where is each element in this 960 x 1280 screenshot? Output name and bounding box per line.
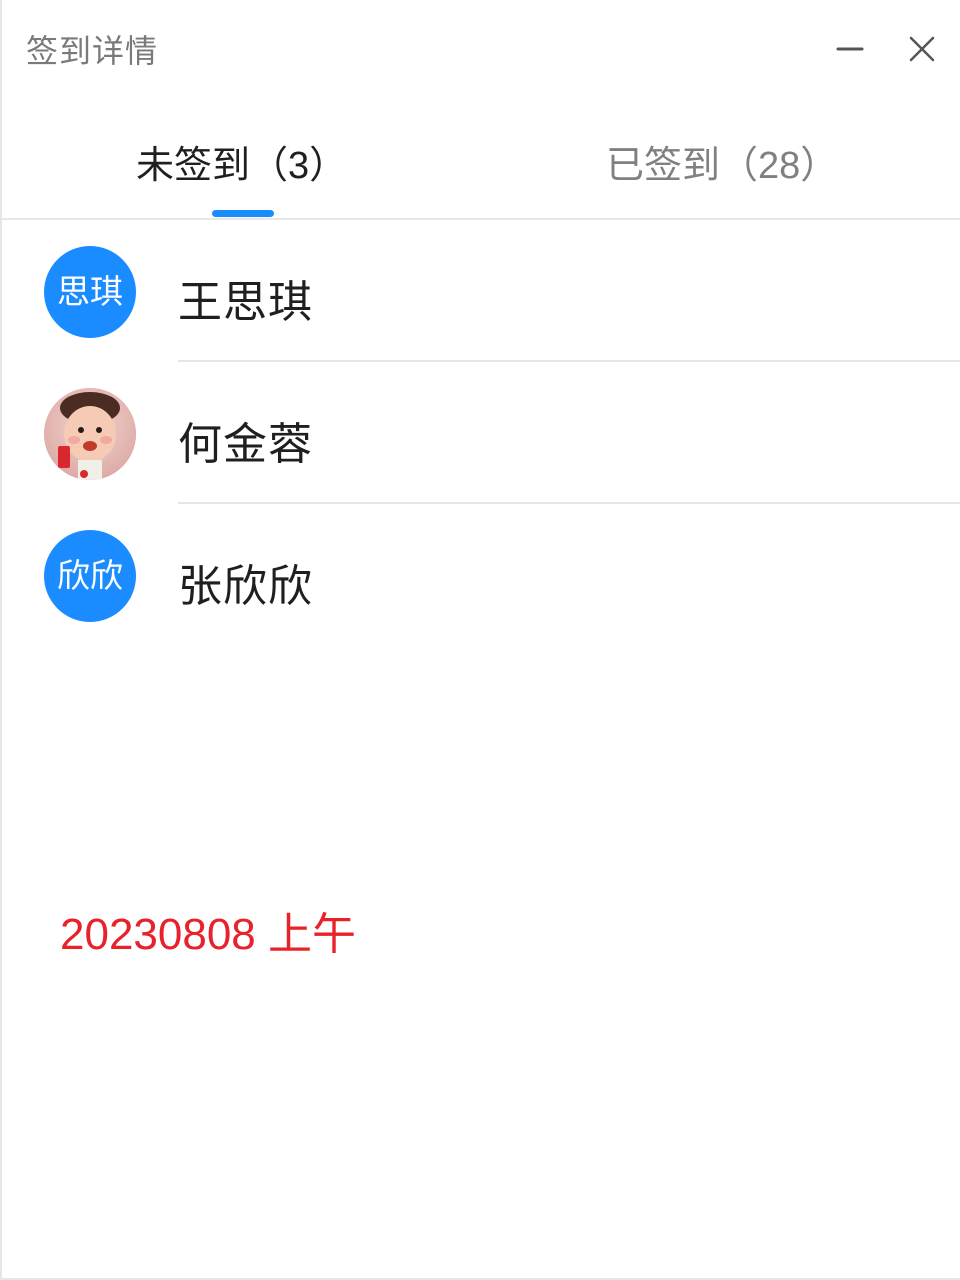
member-name: 何金蓉 xyxy=(178,420,313,469)
window-title: 签到详情 xyxy=(26,33,159,69)
member-name: 王思琪 xyxy=(178,278,313,327)
close-icon xyxy=(909,36,935,62)
avatar: 欣欣 xyxy=(44,530,136,622)
member-list: 思琪 王思琪 何金蓉 欣欣 张欣欣 xyxy=(2,220,960,646)
tab-checked-in[interactable]: 已签到（28） xyxy=(606,134,838,189)
list-item[interactable]: 思琪 王思琪 xyxy=(2,220,960,362)
close-button[interactable] xyxy=(896,22,948,74)
member-name: 张欣欣 xyxy=(178,562,313,611)
minimize-icon xyxy=(836,47,864,51)
avatar: 思琪 xyxy=(44,246,136,338)
title-bar: 签到详情 xyxy=(2,0,960,96)
tab-not-checked-in[interactable]: 未签到（3） xyxy=(136,134,347,189)
avatar-photo-icon xyxy=(44,388,136,480)
active-tab-indicator xyxy=(212,210,274,217)
avatar xyxy=(44,388,136,480)
list-item[interactable]: 欣欣 张欣欣 xyxy=(2,504,960,646)
minimize-button[interactable] xyxy=(824,22,876,74)
list-item[interactable]: 何金蓉 xyxy=(2,362,960,504)
check-in-details-window: 签到详情 未签到（3） 已签到（28） 思琪 王思琪 何金蓉 欣欣 张欣欣 20… xyxy=(0,0,960,1280)
date-annotation: 20230808 上午 xyxy=(60,910,356,959)
tab-bar: 未签到（3） 已签到（28） xyxy=(2,96,960,220)
